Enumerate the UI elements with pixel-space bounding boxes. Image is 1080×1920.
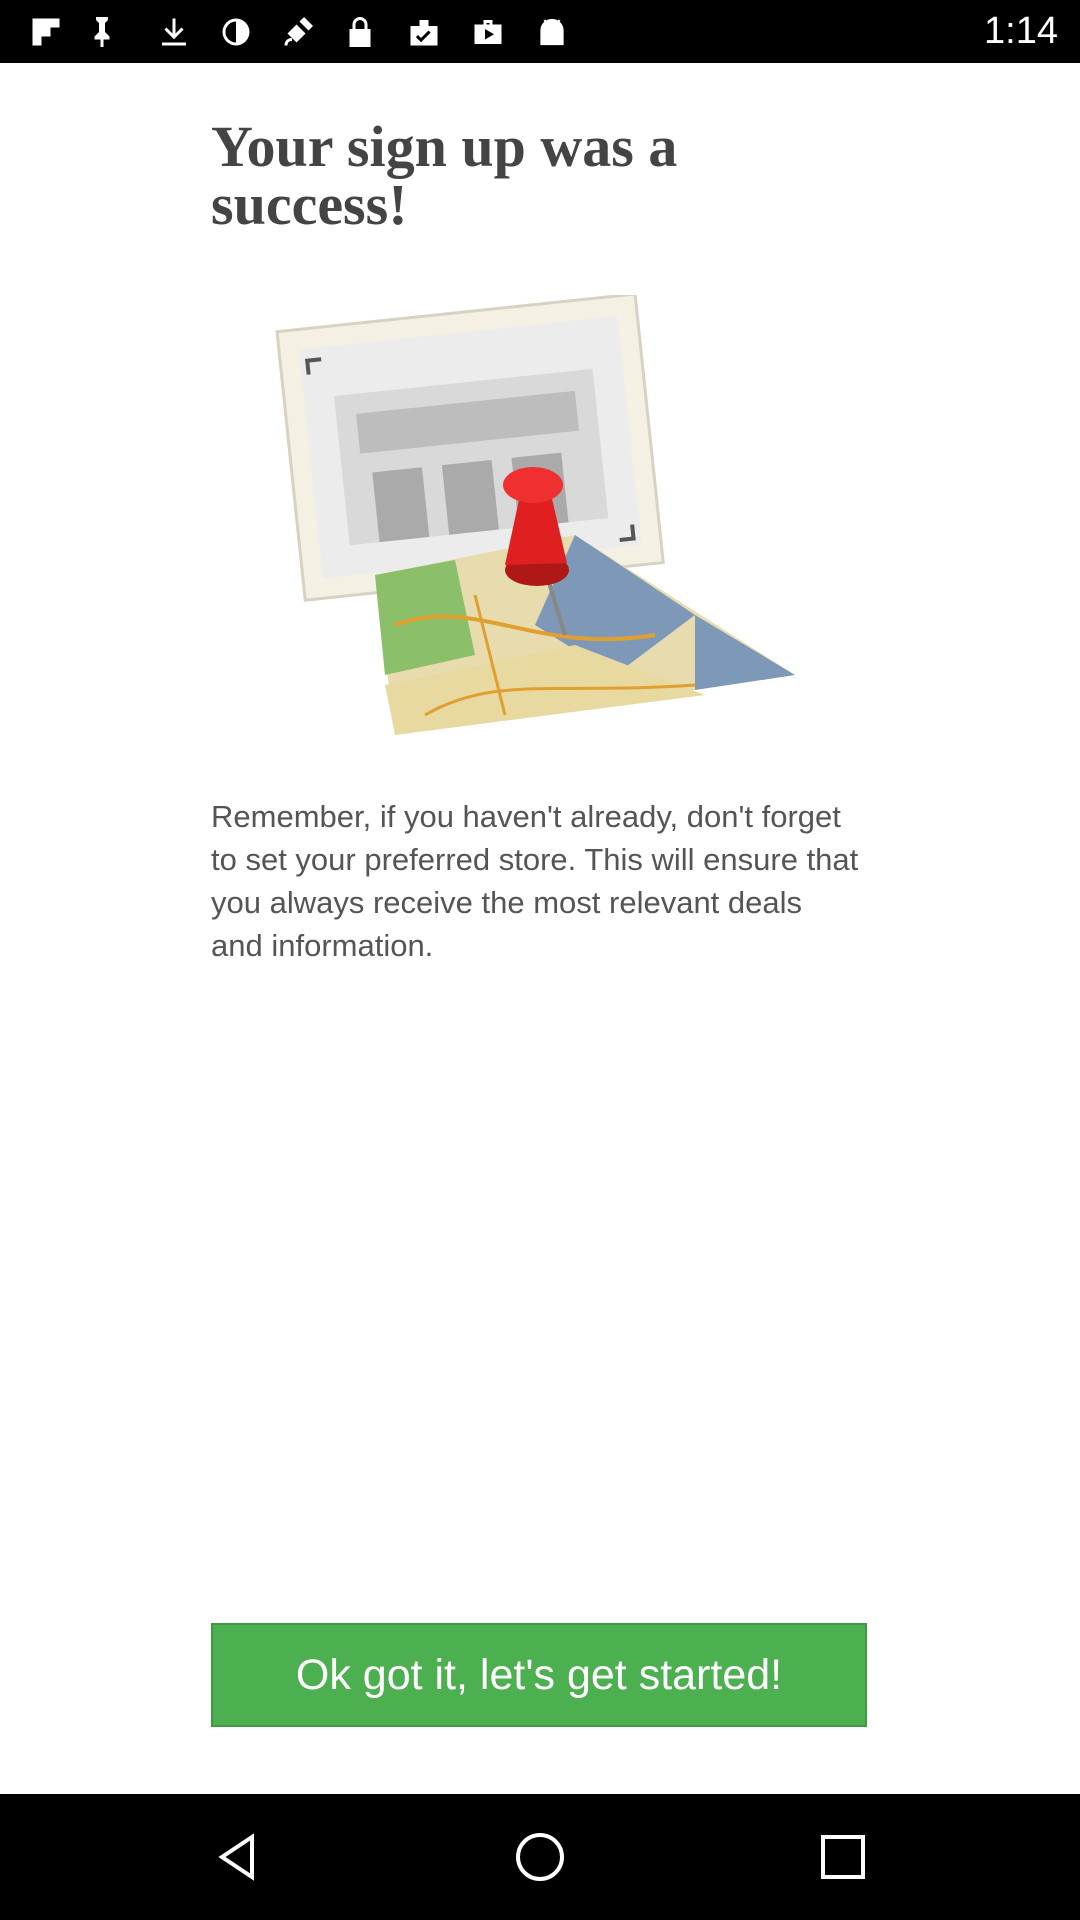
store-map-pin-illustration — [275, 292, 805, 755]
status-time: 1:14 — [984, 10, 1058, 52]
sync-icon — [216, 12, 256, 52]
navigation-bar — [0, 1794, 1080, 1920]
get-started-button[interactable]: Ok got it, let's get started! — [211, 1623, 867, 1727]
home-icon[interactable] — [510, 1827, 570, 1887]
satellite-icon — [278, 12, 318, 52]
preferred-store-message: Remember, if you haven't already, don't … — [211, 799, 859, 963]
flipboard-icon — [26, 12, 66, 52]
page-title: Your sign up was a success! — [211, 114, 678, 237]
download-icon — [154, 12, 194, 52]
status-bar: 1:14 — [0, 0, 1080, 63]
lock-icon — [340, 12, 380, 52]
recents-icon[interactable] — [813, 1827, 873, 1887]
back-icon[interactable] — [208, 1827, 268, 1887]
pin-icon — [82, 12, 122, 52]
android-icon — [532, 12, 572, 52]
clipboard-check-icon — [404, 12, 444, 52]
briefcase-icon — [468, 12, 508, 52]
